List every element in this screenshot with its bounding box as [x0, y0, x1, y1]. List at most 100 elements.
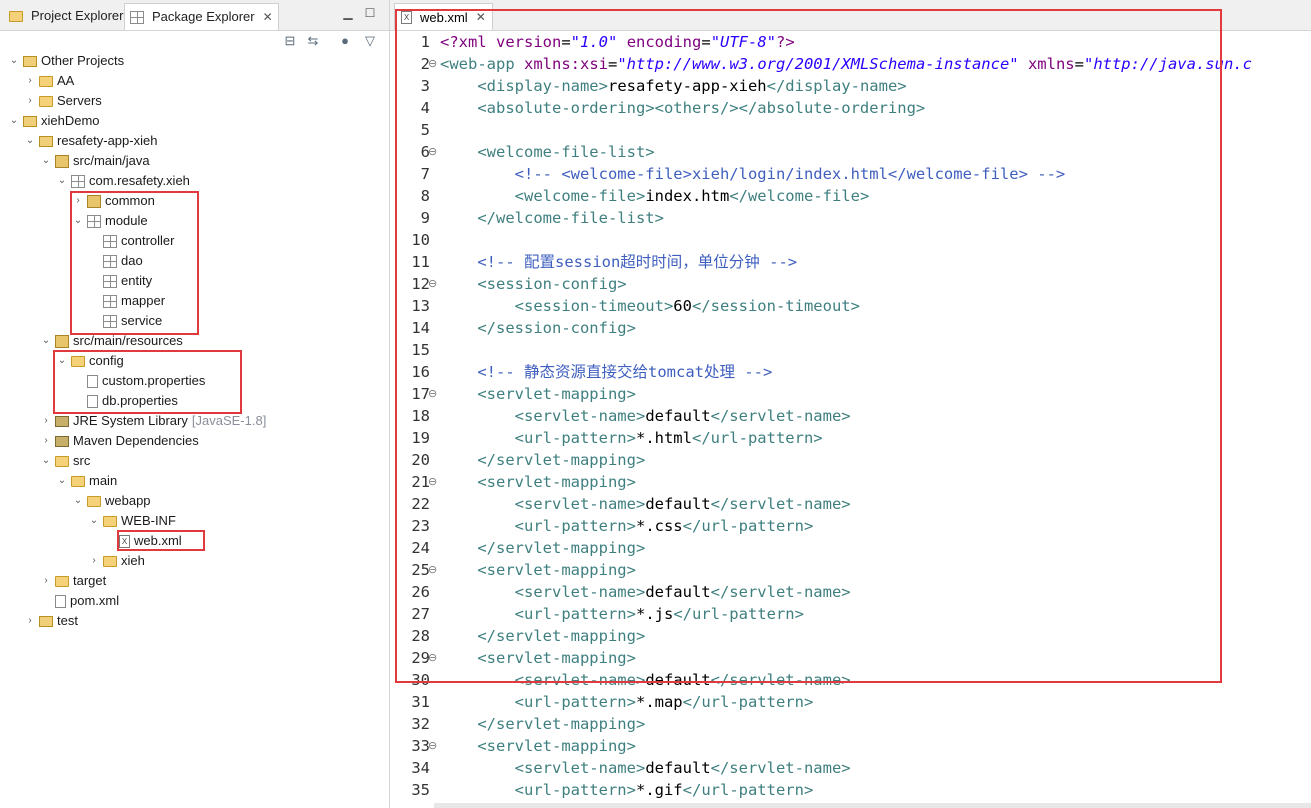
folder-icon	[103, 555, 117, 567]
view-toolbar: ⊟ ⇆ ● ▽	[0, 31, 389, 51]
chevron-right-icon[interactable]: ›	[24, 71, 36, 91]
tree-item[interactable]: ⌄ src	[40, 451, 91, 471]
code-line[interactable]: <servlet-mapping>	[440, 735, 636, 757]
highlight-box-editor	[395, 9, 1222, 683]
code-token: <servlet-mapping>	[477, 737, 636, 755]
code-token: *.gif	[635, 781, 683, 799]
highlight-box-config-folder	[53, 350, 242, 414]
code-token: </servlet-mapping>	[477, 715, 646, 733]
tree-item-label: main	[89, 473, 118, 488]
tree-item[interactable]: ⌄ src/main/java	[40, 151, 150, 171]
view-tab-bar: Project Explorer Package Explorer ✕ ▁ ☐	[0, 0, 389, 31]
package-icon	[71, 174, 85, 188]
tree-item-label: src/main/java	[73, 153, 150, 168]
tree-item[interactable]: › Servers	[24, 91, 101, 111]
tab-label: Package Explorer	[152, 9, 255, 24]
tree-item[interactable]: › test	[24, 611, 78, 631]
code-line[interactable]: <url-pattern>*.map</url-pattern>	[440, 691, 814, 713]
chevron-down-icon[interactable]: ⌄	[40, 151, 52, 171]
tree-item[interactable]: ⌄ WEB-INF	[88, 511, 176, 531]
chevron-down-icon[interactable]: ⌄	[88, 511, 100, 531]
code-token: <servlet-name>	[514, 759, 646, 777]
tree-item[interactable]: ⌄ com.resafety.xieh	[56, 171, 190, 191]
view-menu-icon[interactable]: ▽	[362, 33, 378, 49]
tree-item-label: target	[73, 573, 107, 588]
line-number: 31	[411, 693, 430, 711]
tree-item[interactable]: ⌄ webapp	[72, 491, 151, 511]
tree-item-decoration: [JavaSE-1.8]	[191, 413, 267, 428]
tree-item-label: JRE System Library	[73, 413, 188, 428]
folder-icon	[55, 455, 69, 467]
focus-active-task-icon[interactable]: ●	[337, 33, 353, 49]
tree-item[interactable]: › JRE System Library [JavaSE-1.8]	[40, 411, 266, 431]
tree-item-label: resafety-app-xieh	[57, 133, 158, 148]
tree-item-label: src	[73, 453, 91, 468]
code-line[interactable]: <url-pattern>*.gif</url-pattern>	[440, 779, 814, 801]
chevron-down-icon[interactable]: ⌄	[8, 51, 20, 71]
code-token: <url-pattern>	[514, 693, 636, 711]
package-explorer-icon	[130, 10, 144, 24]
tab-package-explorer[interactable]: Package Explorer ✕	[124, 3, 279, 30]
line-number: 35	[411, 781, 430, 799]
line-number: 33	[411, 737, 430, 755]
collapse-all-icon[interactable]: ⊟	[282, 33, 298, 49]
tree-item-label: Maven Dependencies	[73, 433, 199, 448]
tree-item[interactable]: › xieh	[88, 551, 145, 571]
code-token: </servlet-name>	[710, 759, 851, 777]
chevron-right-icon[interactable]: ›	[24, 91, 36, 111]
library-icon	[55, 435, 69, 447]
code-token: <url-pattern>	[514, 781, 636, 799]
tree-item[interactable]: pom.xml	[40, 591, 119, 611]
maximize-icon[interactable]: ☐	[363, 6, 377, 20]
chevron-down-icon[interactable]: ⌄	[40, 451, 52, 471]
tab-label: Project Explorer	[31, 8, 124, 23]
tree-item[interactable]: ⌄ resafety-app-xieh	[24, 131, 158, 151]
chevron-down-icon[interactable]: ⌄	[56, 471, 68, 491]
source-folder-icon	[55, 334, 69, 348]
chevron-down-icon[interactable]: ⌄	[56, 171, 68, 191]
library-icon	[55, 415, 69, 427]
chevron-down-icon[interactable]: ⌄	[40, 331, 52, 351]
project-explorer-icon	[9, 10, 23, 22]
chevron-down-icon[interactable]: ⌄	[72, 491, 84, 511]
tree-item-label: test	[57, 613, 78, 628]
minimize-icon[interactable]: ▁	[341, 6, 355, 20]
project-icon	[23, 115, 37, 127]
tree-item-label: xiehDemo	[41, 113, 100, 128]
tab-project-explorer[interactable]: Project Explorer	[4, 4, 128, 28]
chevron-right-icon[interactable]: ›	[88, 551, 100, 571]
fold-toggle-icon[interactable]: ⊖	[428, 735, 438, 757]
tree-item[interactable]: › target	[40, 571, 106, 591]
chevron-down-icon[interactable]: ⌄	[8, 111, 20, 131]
chevron-right-icon[interactable]: ›	[40, 431, 52, 451]
tree-item-label: webapp	[105, 493, 151, 508]
tree-item-label: pom.xml	[70, 593, 120, 608]
maven-file-icon	[55, 594, 66, 608]
tree-item[interactable]: ⌄ xiehDemo	[8, 111, 100, 131]
tree-item[interactable]: › Maven Dependencies	[40, 431, 199, 451]
tree-item-label: xieh	[121, 553, 145, 568]
chevron-down-icon[interactable]: ⌄	[24, 131, 36, 151]
close-icon[interactable]: ✕	[263, 5, 273, 29]
chevron-right-icon[interactable]: ›	[40, 571, 52, 591]
folder-icon	[39, 95, 53, 107]
tree-item-label: Other Projects	[41, 53, 125, 68]
tree-item[interactable]: › AA	[24, 71, 74, 91]
tree-item[interactable]: ⌄ Other Projects	[8, 51, 124, 71]
chevron-right-icon[interactable]: ›	[40, 411, 52, 431]
code-line[interactable]: </servlet-mapping>	[440, 713, 645, 735]
working-set-icon	[23, 55, 37, 67]
highlight-box-module-packages	[70, 191, 199, 335]
chevron-right-icon[interactable]: ›	[24, 611, 36, 631]
link-with-editor-icon[interactable]: ⇆	[305, 33, 321, 49]
code-token: default	[645, 759, 711, 777]
folder-icon	[71, 475, 85, 487]
horizontal-scrollbar[interactable]	[434, 803, 1311, 808]
code-line[interactable]: <servlet-name>default</servlet-name>	[440, 757, 851, 779]
folder-icon	[55, 575, 69, 587]
tree-item[interactable]: ⌄ main	[56, 471, 117, 491]
